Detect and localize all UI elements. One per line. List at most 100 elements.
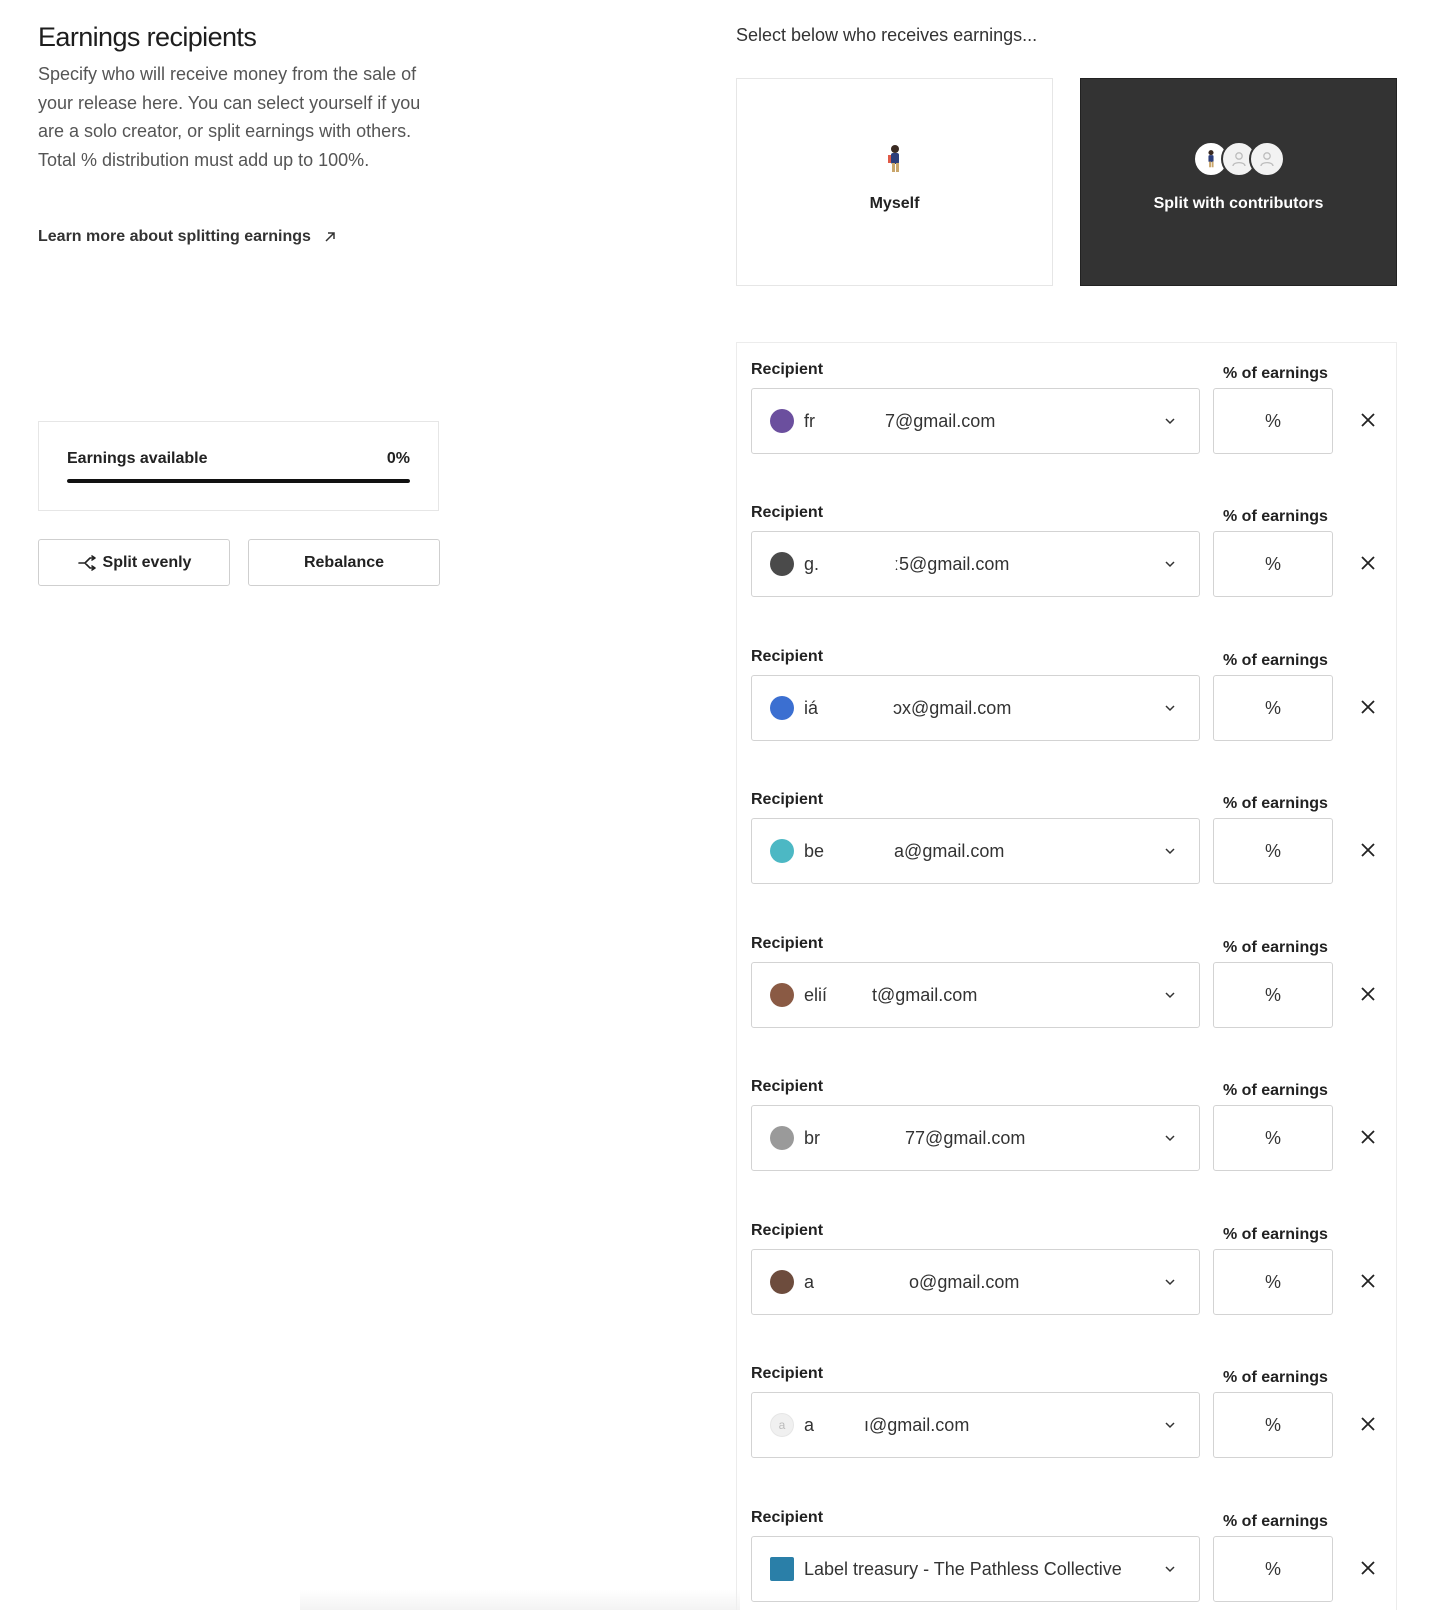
remove-recipient-button[interactable]: [1357, 839, 1379, 861]
percent-label: % of earnings: [1223, 652, 1328, 669]
learn-more-label: Learn more about splitting earnings: [38, 228, 311, 245]
bottom-fade: [300, 1590, 740, 1610]
remove-recipient-button[interactable]: [1357, 1413, 1379, 1435]
avatar: [770, 1270, 794, 1294]
percent-placeholder: %: [1264, 1271, 1281, 1292]
percent-input[interactable]: %: [1213, 1249, 1333, 1315]
recipient-label: Recipient: [751, 1365, 824, 1382]
split-evenly-button[interactable]: Split evenly: [38, 539, 230, 586]
chevron-down-icon: [1165, 848, 1175, 855]
chevron-down-icon: [1165, 1135, 1175, 1142]
percent-input[interactable]: %: [1213, 1105, 1333, 1171]
recipient-select[interactable]: g. ː5@gmail.com: [751, 531, 1200, 597]
recipient-select[interactable]: a a ı@gmail.com: [751, 1392, 1200, 1458]
recipient-row: Recipient % of earnings be a@gmail.com %: [751, 773, 1391, 884]
percent-placeholder: %: [1264, 410, 1281, 431]
recipient-select[interactable]: fr 7@gmail.com: [751, 388, 1200, 454]
remove-recipient-button[interactable]: [1357, 409, 1379, 431]
percent-placeholder: %: [1264, 1414, 1281, 1435]
page-description: Specify who will receive money from the …: [38, 64, 421, 170]
percent-label: % of earnings: [1223, 365, 1328, 382]
avatar: a: [770, 1413, 794, 1437]
avatar: [770, 983, 794, 1007]
earnings-progress-fill: [67, 479, 410, 483]
rebalance-label: Rebalance: [303, 553, 385, 571]
percent-label: % of earnings: [1223, 1226, 1328, 1243]
recipient-label: Recipient: [751, 504, 824, 521]
recipient-email: elií t@gmail.com: [804, 984, 978, 1005]
percent-input[interactable]: %: [1213, 675, 1333, 741]
recipient-email: br 77@gmail.com: [804, 1127, 1026, 1148]
split-icon: [77, 554, 96, 571]
percent-placeholder: %: [1264, 1127, 1281, 1148]
percent-label: % of earnings: [1223, 1082, 1328, 1099]
remove-recipient-button[interactable]: [1357, 696, 1379, 718]
close-icon: [1361, 1130, 1375, 1144]
recipients-heading: Select below who receives earnings...: [736, 25, 1038, 45]
earnings-available-card: Earnings available 0%: [38, 421, 439, 511]
remove-recipient-button[interactable]: [1357, 1270, 1379, 1292]
percent-input[interactable]: %: [1213, 1536, 1333, 1602]
recipients-panel: Recipient % of earnings fr 7@gmail.com %…: [736, 342, 1397, 1610]
percent-label: % of earnings: [1223, 508, 1328, 525]
page-title: Earnings recipients: [38, 22, 257, 52]
recipient-label: Recipient: [751, 935, 824, 952]
avatar: [770, 409, 794, 433]
recipient-select[interactable]: elií t@gmail.com: [751, 962, 1200, 1028]
remove-recipient-button[interactable]: [1357, 1126, 1379, 1148]
recipient-select[interactable]: a o@gmail.com: [751, 1249, 1200, 1315]
close-icon: [1361, 987, 1375, 1001]
recipient-row: Recipient % of earnings iá ɔx@gmail.com …: [751, 630, 1391, 741]
choice-split-card[interactable]: Split with contributors: [1080, 78, 1397, 286]
recipient-email: a o@gmail.com: [804, 1271, 1020, 1292]
close-icon: [1361, 556, 1375, 570]
percent-placeholder: %: [1264, 1558, 1281, 1579]
percent-input[interactable]: %: [1213, 531, 1333, 597]
recipient-row: Recipient % of earnings Label treasury -…: [751, 1491, 1391, 1602]
close-icon: [1361, 1274, 1375, 1288]
recipient-row: Recipient % of earnings a a ı@gmail.com …: [751, 1347, 1391, 1458]
recipient-select[interactable]: Label treasury - The Pathless Collective: [751, 1536, 1200, 1602]
rebalance-button[interactable]: Rebalance: [248, 539, 440, 586]
recipient-select[interactable]: br 77@gmail.com: [751, 1105, 1200, 1171]
percent-input[interactable]: %: [1213, 962, 1333, 1028]
recipient-select[interactable]: iá ɔx@gmail.com: [751, 675, 1200, 741]
earnings-progress-bar: [67, 479, 410, 483]
recipient-row: Recipient % of earnings g. ː5@gmail.com …: [751, 486, 1391, 597]
remove-recipient-button[interactable]: [1357, 983, 1379, 1005]
remove-recipient-button[interactable]: [1357, 552, 1379, 574]
split-evenly-label: Split evenly: [102, 553, 192, 571]
percent-label: % of earnings: [1223, 939, 1328, 956]
close-icon: [1361, 1561, 1375, 1575]
recipient-label: Recipient: [751, 791, 824, 808]
chevron-down-icon: [1165, 561, 1175, 568]
chevron-down-icon: [1165, 1566, 1175, 1573]
percent-input[interactable]: %: [1213, 388, 1333, 454]
chevron-down-icon: [1165, 1279, 1175, 1286]
recipient-label: Recipient: [751, 1222, 824, 1239]
recipient-select[interactable]: be a@gmail.com: [751, 818, 1200, 884]
recipient-row: Recipient % of earnings elií t@gmail.com…: [751, 917, 1391, 1028]
recipient-label: Recipient: [751, 1509, 824, 1526]
avatar: [770, 696, 794, 720]
avatar: [770, 839, 794, 863]
recipient-email: a ı@gmail.com: [804, 1414, 970, 1435]
learn-more-link[interactable]: Learn more about splitting earnings: [38, 228, 337, 246]
chevron-down-icon: [1165, 418, 1175, 425]
recipient-row: Recipient % of earnings a o@gmail.com %: [751, 1204, 1391, 1315]
recipient-email: be a@gmail.com: [804, 840, 1005, 861]
earnings-available-value: 0%: [386, 450, 410, 467]
close-icon: [1361, 413, 1375, 427]
remove-recipient-button[interactable]: [1357, 1557, 1379, 1579]
percent-label: % of earnings: [1223, 1369, 1328, 1386]
choice-myself-card[interactable]: Myself: [736, 78, 1053, 286]
recipient-label: Recipient: [751, 648, 824, 665]
avatar: [770, 552, 794, 576]
recipient-row: Recipient % of earnings fr 7@gmail.com %: [751, 343, 1391, 454]
close-icon: [1361, 843, 1375, 857]
recipient-label: Recipient: [751, 361, 824, 378]
label-logo-icon: [770, 1557, 794, 1581]
percent-input[interactable]: %: [1213, 1392, 1333, 1458]
external-arrow-icon: [325, 232, 335, 242]
percent-input[interactable]: %: [1213, 818, 1333, 884]
